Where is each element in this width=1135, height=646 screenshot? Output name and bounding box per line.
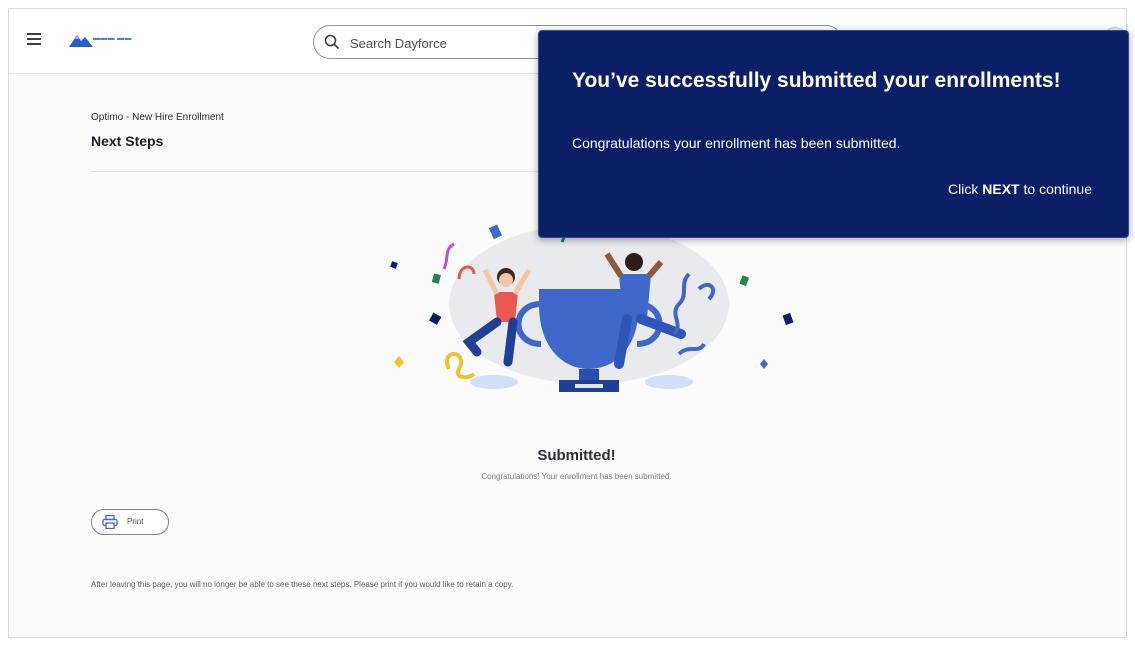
retention-note: After leaving this page, you will no lon… [91,580,514,589]
company-logo[interactable]: ▬▬▬ ▬▬ [69,31,149,51]
hamburger-menu-icon[interactable] [27,33,41,45]
success-heading: Submitted! [537,447,616,464]
success-toast: You’ve successfully submitted your enrol… [538,30,1129,238]
search-icon [324,34,340,50]
toast-cta-suffix: to continue [1023,181,1093,197]
celebration-illustration [390,224,794,392]
mountain-logo-icon [69,35,93,47]
toast-cta-prefix: Click [948,181,979,197]
toast-message: Congratulations your enrollment has been… [572,135,901,151]
toast-title: You’ve successfully submitted your enrol… [572,69,1061,92]
printer-icon [102,515,118,529]
toast-next-instruction: Click NEXT to continue [948,181,1092,197]
print-button-label: Print [127,517,144,526]
success-subtitle: Congratulations! Your enrollment has bee… [481,472,672,481]
logo-wordmark: ▬▬▬ ▬▬ [93,35,132,42]
page-title: Next Steps [91,133,164,149]
breadcrumb: Optimo - New Hire Enrollment [91,112,224,123]
print-button[interactable]: Print [91,509,169,535]
toast-cta-next-keyword[interactable]: NEXT [982,181,1019,197]
